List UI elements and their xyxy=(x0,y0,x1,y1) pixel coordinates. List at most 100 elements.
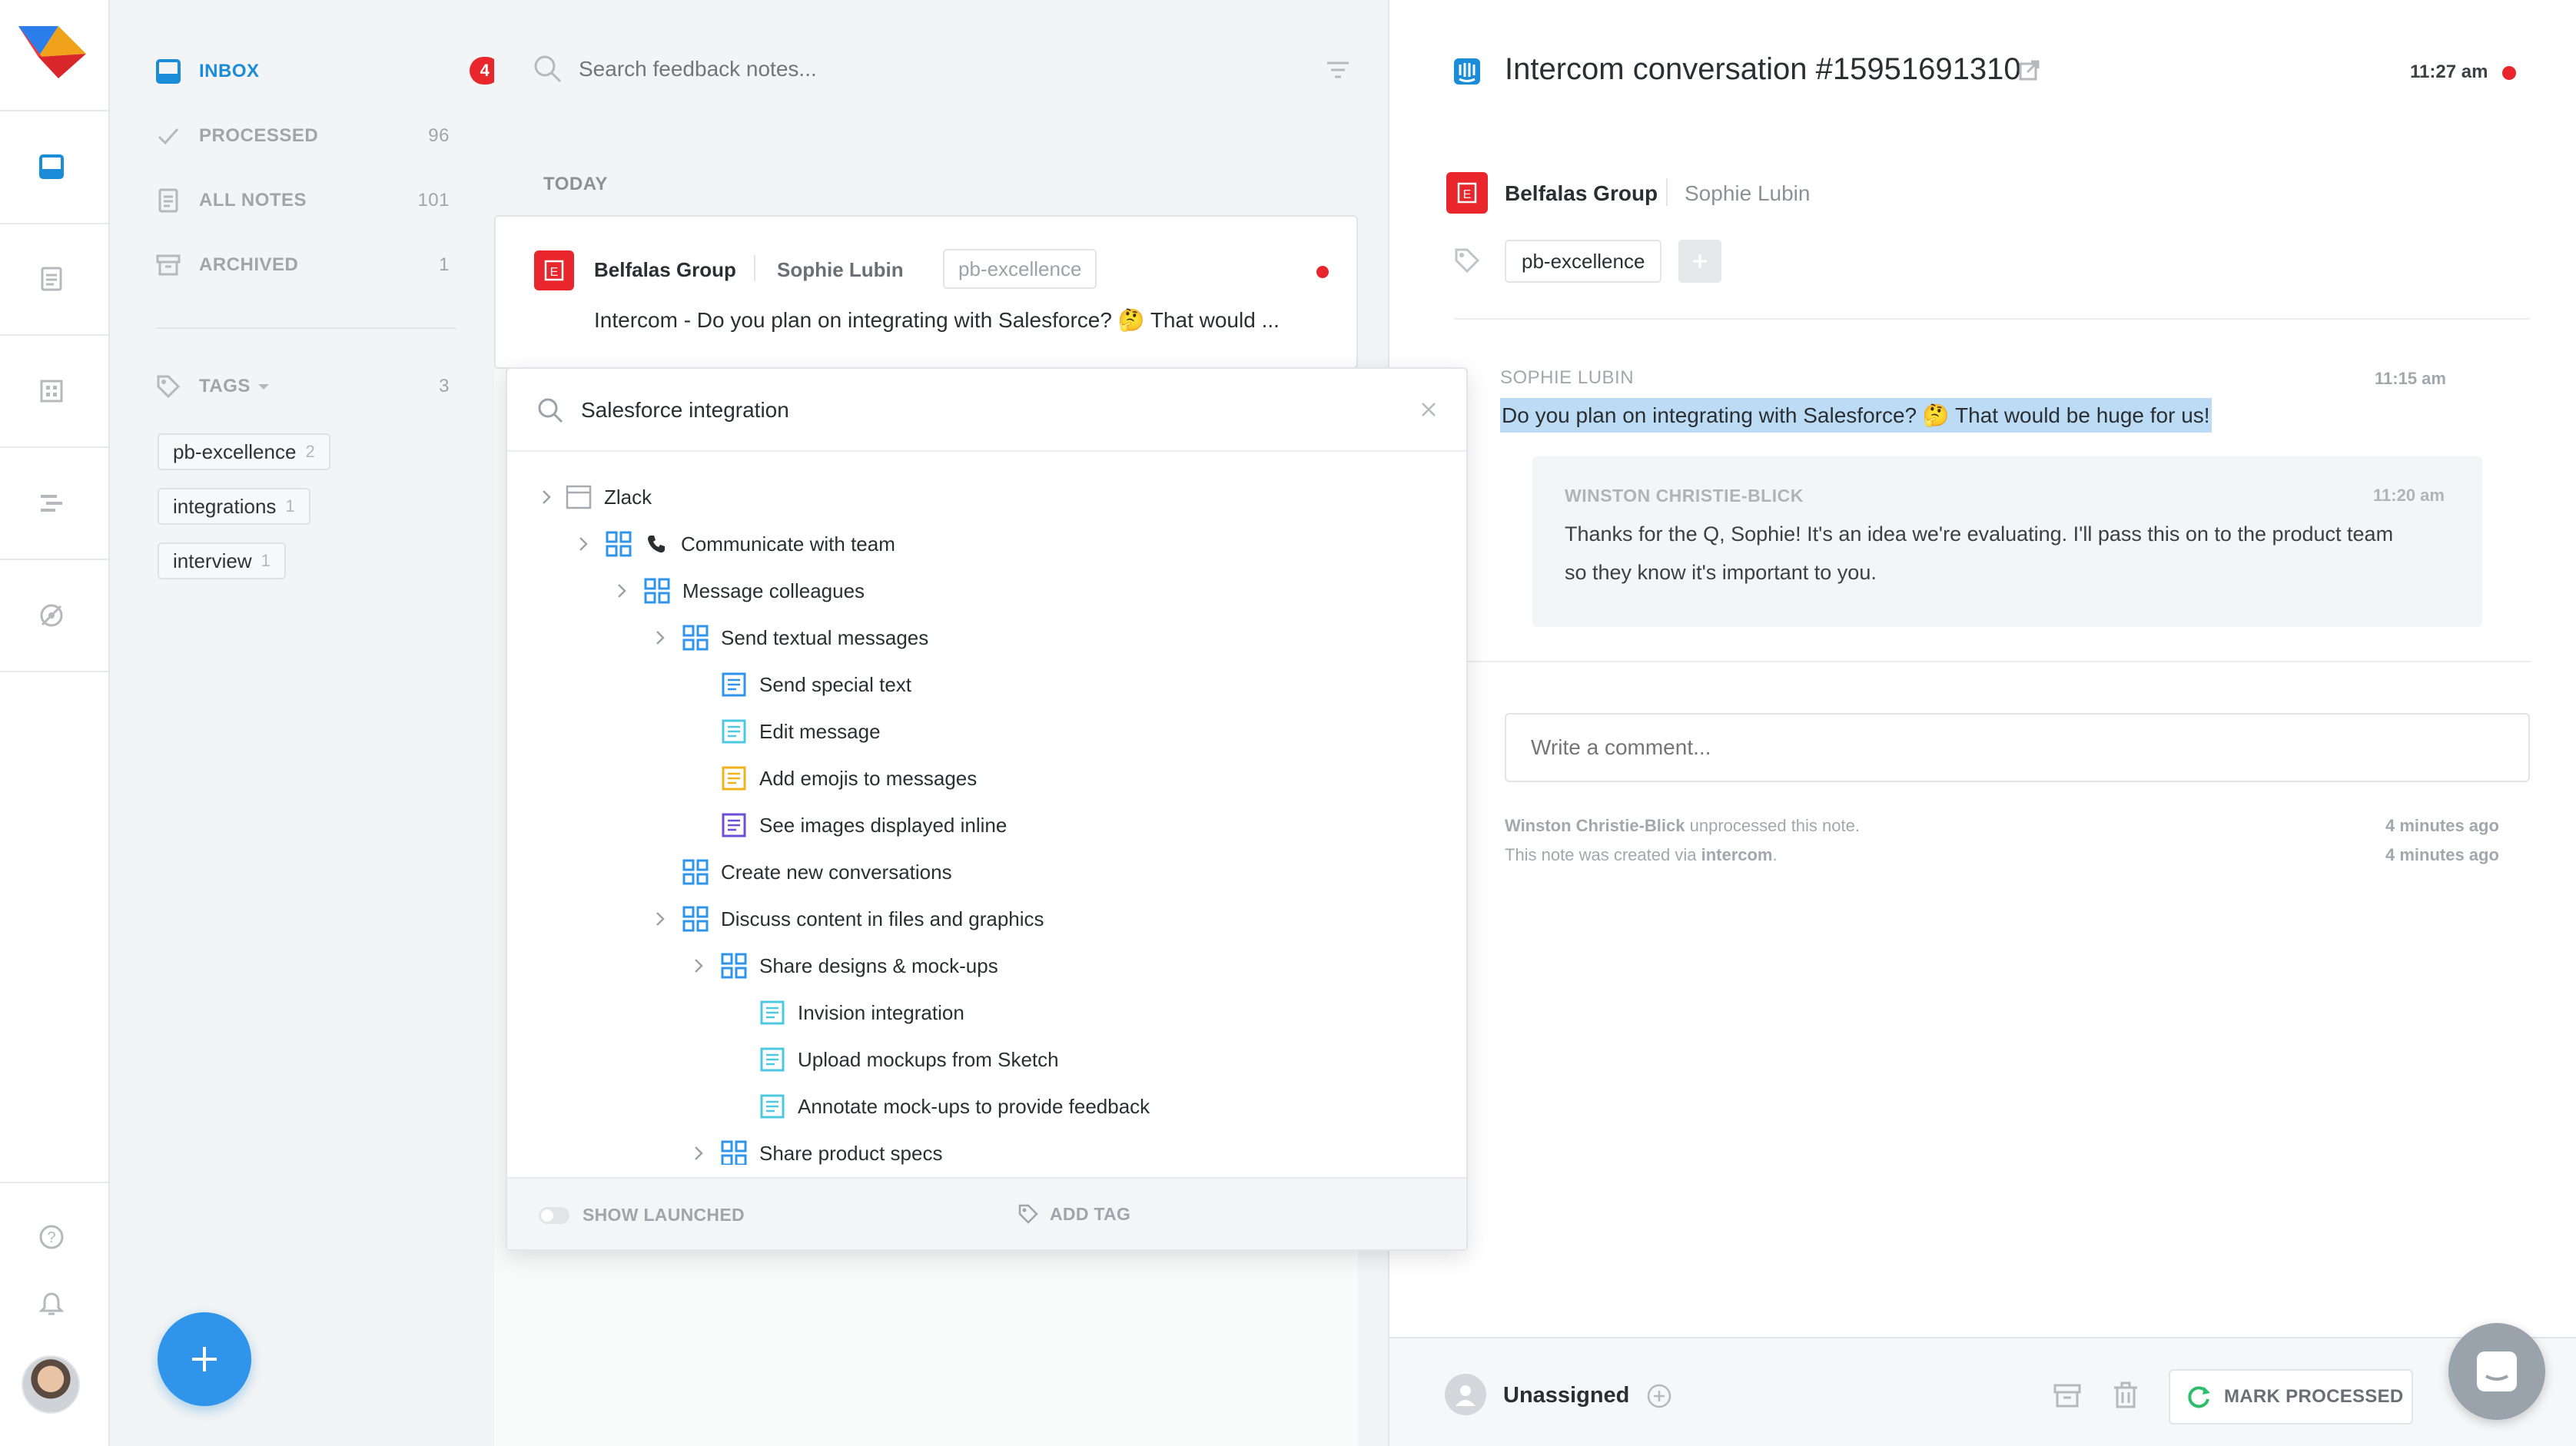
user-avatar[interactable] xyxy=(22,1355,80,1414)
external-link-icon[interactable] xyxy=(2018,58,2041,81)
mark-processed-label: MARK PROCESSED xyxy=(2224,1386,2404,1407)
feature-icon xyxy=(721,812,747,838)
tree-row-feature[interactable]: Add emojis to messages xyxy=(687,759,977,798)
help-icon[interactable]: ? xyxy=(35,1221,68,1253)
rail-roadmap-icon[interactable] xyxy=(35,487,68,519)
divider xyxy=(1454,318,2530,320)
section-today: TODAY xyxy=(543,174,608,194)
chat-launcher-button[interactable] xyxy=(2448,1323,2545,1420)
nav-all-notes-count: 101 xyxy=(417,190,450,211)
note-card[interactable]: E Belfalas Group Sophie Lubin pb-excelle… xyxy=(494,215,1358,369)
tree-row-product[interactable]: Zlack xyxy=(535,478,652,516)
chevron-right-icon[interactable] xyxy=(649,911,672,927)
chevron-right-icon[interactable] xyxy=(572,536,595,552)
activity-line: Winston Christie-Blick unprocessed this … xyxy=(1505,816,1860,836)
show-launched-label: SHOW LAUNCHED xyxy=(583,1205,745,1225)
tree-row-feature[interactable]: Upload mockups from Sketch xyxy=(725,1040,1059,1079)
phone-icon xyxy=(646,533,667,555)
component-icon xyxy=(682,906,709,932)
sidebar-tag-integrations[interactable]: integrations 1 xyxy=(158,488,310,525)
rail-insights-icon[interactable] xyxy=(35,599,68,632)
tags-count: 3 xyxy=(439,376,450,396)
message-text-line: so they know it's important to you. xyxy=(1565,561,1877,584)
activity-source: intercom xyxy=(1701,845,1773,864)
tag-count: 1 xyxy=(261,551,271,570)
tree-label: Discuss content in files and graphics xyxy=(721,907,1044,930)
chevron-right-icon[interactable] xyxy=(687,958,710,973)
tag-icon xyxy=(1454,247,1480,274)
add-assignee-icon[interactable] xyxy=(1646,1383,1672,1409)
message-time: 11:15 am xyxy=(2375,369,2446,388)
rail-board-icon[interactable] xyxy=(35,375,68,407)
plus-icon xyxy=(1691,252,1709,270)
svg-text:E: E xyxy=(550,266,559,279)
company-logo-icon: E xyxy=(1446,172,1488,214)
tree-row-component[interactable]: Discuss content in files and graphics xyxy=(649,900,1044,938)
rail-notes-icon[interactable] xyxy=(35,263,68,295)
tree-row-feature[interactable]: Invision integration xyxy=(725,993,964,1032)
nav-inbox-label: INBOX xyxy=(199,61,260,81)
unassigned-avatar-icon[interactable] xyxy=(1445,1374,1486,1415)
show-launched-toggle[interactable]: SHOW LAUNCHED xyxy=(538,1205,745,1225)
nav-processed-count: 96 xyxy=(428,125,450,146)
feature-icon xyxy=(759,1046,785,1073)
message-time: 11:20 am xyxy=(2373,486,2445,505)
feature-search-input[interactable] xyxy=(581,390,1349,430)
card-tag[interactable]: pb-excellence xyxy=(943,249,1097,289)
activity-actor[interactable]: Winston Christie-Blick xyxy=(1505,816,1685,835)
search-notes-input[interactable] xyxy=(579,48,1193,91)
tree-label: Upload mockups from Sketch xyxy=(798,1047,1059,1071)
rail-inbox-icon[interactable] xyxy=(35,151,68,183)
tag-count: 1 xyxy=(285,496,295,516)
component-icon xyxy=(644,578,670,604)
unread-dot xyxy=(1316,266,1329,278)
add-tag-footer-button[interactable]: ADD TAG xyxy=(1017,1203,1130,1225)
add-note-button[interactable] xyxy=(158,1312,251,1406)
comment-input[interactable] xyxy=(1505,713,2530,782)
notes-icon xyxy=(156,188,181,213)
tree-row-component[interactable]: Communicate with team xyxy=(572,525,895,563)
message-text-selected[interactable]: Do you plan on integrating with Salesfor… xyxy=(1500,398,2212,433)
chevron-right-icon[interactable] xyxy=(610,583,633,599)
tree-row-component[interactable]: Share designs & mock-ups xyxy=(687,947,998,985)
assignee-label[interactable]: Unassigned xyxy=(1503,1383,1629,1408)
chevron-right-icon[interactable] xyxy=(687,1146,710,1161)
tree-row-feature[interactable]: See images displayed inline xyxy=(687,806,1007,844)
card-snippet: Intercom - Do you plan on integrating wi… xyxy=(594,308,1280,332)
app-rail: ? xyxy=(0,0,110,1446)
app-logo[interactable] xyxy=(18,23,88,81)
tree-label: Edit message xyxy=(759,719,881,743)
mark-processed-button[interactable]: MARK PROCESSED xyxy=(2169,1369,2413,1424)
check-icon xyxy=(156,124,181,148)
sidebar-tag-pb-excellence[interactable]: pb-excellence 2 xyxy=(158,433,330,470)
filter-icon[interactable] xyxy=(1324,57,1352,85)
sidebar-tag-interview[interactable]: interview 1 xyxy=(158,542,286,579)
tree-row-feature[interactable]: Annotate mock-ups to provide feedback xyxy=(725,1087,1150,1126)
clear-search-icon[interactable] xyxy=(1419,400,1439,420)
detail-tag[interactable]: pb-excellence xyxy=(1505,240,1662,283)
notifications-bell-icon[interactable] xyxy=(35,1288,68,1320)
tree-row-component[interactable]: Share product specs xyxy=(687,1134,942,1165)
detail-person[interactable]: Sophie Lubin xyxy=(1685,181,1810,206)
tree-row-component[interactable]: Message colleagues xyxy=(610,572,865,610)
nav-processed-label: PROCESSED xyxy=(199,125,319,146)
tags-header-label: TAGS xyxy=(199,376,251,396)
feature-icon xyxy=(759,1093,785,1119)
chevron-right-icon[interactable] xyxy=(535,489,558,505)
trash-icon[interactable] xyxy=(2112,1381,2139,1409)
tree-row-component[interactable]: Send textual messages xyxy=(649,619,928,657)
archive-icon[interactable] xyxy=(2053,1381,2081,1409)
tree-label: Create new conversations xyxy=(721,860,952,884)
tree-label: See images displayed inline xyxy=(759,813,1007,837)
tree-row-feature[interactable]: Send special text xyxy=(687,665,911,704)
component-icon xyxy=(721,1140,747,1165)
note-detail-panel: Intercom conversation #15951691310 11:27… xyxy=(1389,0,2576,1446)
tree-label: Send special text xyxy=(759,672,912,696)
tree-row-feature[interactable]: Edit message xyxy=(687,712,881,751)
toggle-icon xyxy=(538,1206,570,1225)
add-tag-button[interactable] xyxy=(1678,240,1721,283)
divider xyxy=(754,255,755,281)
detail-company[interactable]: Belfalas Group xyxy=(1505,181,1658,206)
tree-row-component[interactable]: Create new conversations xyxy=(649,853,952,891)
chevron-right-icon[interactable] xyxy=(649,630,672,645)
